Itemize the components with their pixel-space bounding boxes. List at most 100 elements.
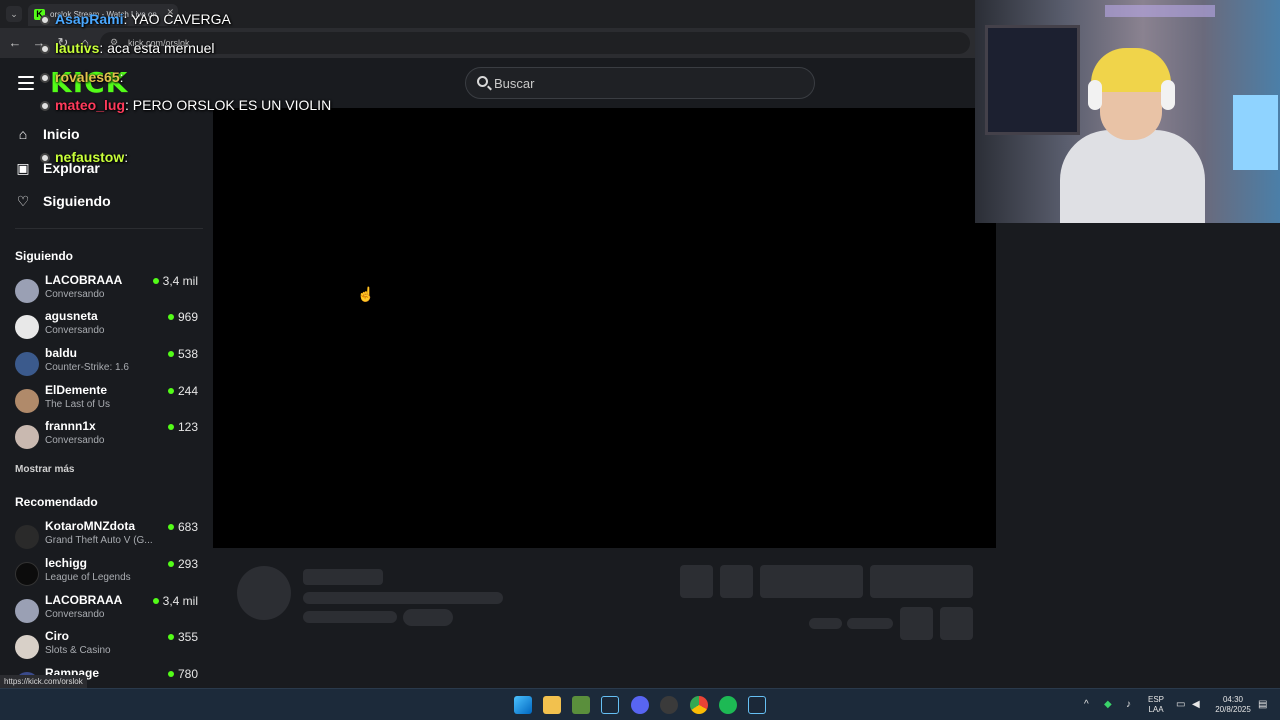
channel-viewers: 969 bbox=[167, 310, 198, 324]
address-bar[interactable]: ⚙ kick.com/orslok bbox=[100, 32, 970, 54]
channel-category: League of Legends bbox=[45, 572, 131, 583]
file-explorer-icon[interactable] bbox=[543, 696, 561, 714]
live-dot-icon bbox=[167, 388, 174, 394]
channel-viewers: 123 bbox=[167, 420, 198, 434]
skeleton-line bbox=[303, 569, 383, 585]
kick-favicon-icon: K bbox=[34, 9, 45, 20]
skeleton-line bbox=[303, 611, 397, 623]
browser-tab[interactable]: K orslok Stream - Watch Live on ✕ bbox=[28, 4, 178, 26]
windows-start-icon[interactable] bbox=[514, 696, 532, 714]
channel-viewers: 293 bbox=[167, 557, 198, 571]
channel-avatar bbox=[15, 352, 39, 376]
skeleton-pill bbox=[847, 618, 893, 629]
nav-item-home[interactable]: ⌂ Inicio bbox=[15, 122, 80, 146]
channel-viewers: 355 bbox=[167, 630, 198, 644]
following-channel[interactable]: frannn1x Conversando 123 bbox=[15, 419, 205, 453]
keyboard-language[interactable]: ESP LAA bbox=[1146, 695, 1166, 715]
network-icon[interactable]: ▭ bbox=[1176, 699, 1185, 710]
channel-avatar bbox=[15, 599, 39, 623]
notification-bell-icon[interactable]: ▤ bbox=[1258, 699, 1267, 710]
viewer-count: 293 bbox=[177, 557, 198, 571]
following-channel[interactable]: LACOBRAAA Conversando 3,4 mil bbox=[15, 273, 205, 307]
tray-shield-icon[interactable]: ◆ bbox=[1104, 699, 1112, 710]
channel-category: Grand Theft Auto V (G... bbox=[45, 535, 153, 546]
windows-taskbar: ^ ◆ ♪ ESP LAA ▭ ◀ 04:30 20/8/2025 ▤ bbox=[0, 688, 1280, 720]
headphone-icon bbox=[1088, 80, 1102, 110]
sidebar-divider bbox=[15, 228, 203, 229]
headphone-icon bbox=[1161, 80, 1175, 110]
kick-logo[interactable]: KICK bbox=[50, 66, 128, 99]
site-info-icon[interactable]: ⚙ bbox=[110, 37, 118, 48]
skeleton-button bbox=[760, 565, 863, 598]
video-player[interactable] bbox=[213, 108, 996, 548]
forward-arrow-icon[interactable]: → bbox=[30, 34, 48, 52]
tab-close-icon[interactable]: ✕ bbox=[166, 7, 174, 18]
minecraft-icon[interactable] bbox=[572, 696, 590, 714]
app-icon[interactable] bbox=[660, 696, 678, 714]
channel-avatar bbox=[15, 315, 39, 339]
viewer-count: 538 bbox=[177, 347, 198, 361]
microphone-icon[interactable]: ♪ bbox=[1126, 699, 1131, 710]
channel-viewers: 780 bbox=[167, 667, 198, 681]
viewer-count: 683 bbox=[177, 520, 198, 534]
live-dot-icon bbox=[167, 351, 174, 357]
chrome-icon[interactable] bbox=[690, 696, 708, 714]
channel-name: lechigg bbox=[45, 556, 88, 570]
channel-name: frannn1x bbox=[45, 419, 96, 433]
tab-list-chevron-icon[interactable]: ⌄ bbox=[6, 6, 22, 22]
back-arrow-icon[interactable]: ← bbox=[6, 34, 24, 52]
sidebar: ⌂ Inicio ▣ Explorar ♡ Siguiendo Siguiend… bbox=[0, 108, 213, 688]
channel-category: Conversando bbox=[45, 609, 105, 620]
channel-avatar bbox=[15, 279, 39, 303]
channel-avatar bbox=[15, 425, 39, 449]
clock-date: 20/8/2025 bbox=[1215, 705, 1251, 714]
live-dot-icon bbox=[167, 634, 174, 640]
heart-icon: ♡ bbox=[16, 193, 30, 209]
live-dot-icon bbox=[167, 314, 174, 320]
search-box[interactable] bbox=[465, 67, 815, 99]
layout-code: LAA bbox=[1148, 705, 1164, 714]
explore-icon: ▣ bbox=[16, 160, 30, 176]
channel-avatar bbox=[15, 389, 39, 413]
volume-icon[interactable]: ◀ bbox=[1192, 699, 1200, 710]
discord-icon[interactable] bbox=[631, 696, 649, 714]
channel-name: baldu bbox=[45, 346, 77, 360]
menu-hamburger-icon[interactable] bbox=[18, 76, 34, 90]
recommended-channel[interactable]: LACOBRAAA Conversando 3,4 mil bbox=[15, 593, 205, 627]
channel-category: The Last of Us bbox=[45, 399, 111, 410]
steam-icon[interactable] bbox=[748, 696, 766, 714]
nav-item-following[interactable]: ♡ Siguiendo bbox=[15, 189, 111, 213]
viewer-count: 3,4 mil bbox=[162, 594, 198, 608]
search-input[interactable] bbox=[494, 68, 804, 98]
reload-icon[interactable]: ↻ bbox=[54, 34, 72, 52]
channel-viewers: 3,4 mil bbox=[152, 594, 198, 608]
channel-name: agusneta bbox=[45, 309, 98, 323]
steam-icon[interactable] bbox=[601, 696, 619, 714]
following-channel[interactable]: baldu Counter-Strike: 1.6 538 bbox=[15, 346, 205, 380]
home-icon[interactable]: ⌂ bbox=[76, 34, 94, 52]
channel-avatar bbox=[15, 562, 39, 586]
recommended-channel[interactable]: Ciro Slots & Casino 355 bbox=[15, 629, 205, 663]
following-section-title: Siguiendo bbox=[15, 249, 73, 263]
show-more-link[interactable]: Mostrar más bbox=[15, 464, 74, 475]
live-dot-icon bbox=[167, 424, 174, 430]
following-channel[interactable]: agusneta Conversando 969 bbox=[15, 309, 205, 343]
spotify-icon[interactable] bbox=[719, 696, 737, 714]
clock[interactable]: 04:30 20/8/2025 bbox=[1210, 695, 1256, 715]
channel-name: LACOBRAAA bbox=[45, 593, 123, 607]
live-dot-icon bbox=[152, 598, 159, 604]
skeleton-avatar bbox=[237, 566, 291, 620]
viewer-count: 123 bbox=[177, 420, 198, 434]
live-dot-icon bbox=[167, 524, 174, 530]
tray-chevron-up-icon[interactable]: ^ bbox=[1084, 699, 1089, 710]
nav-item-explore[interactable]: ▣ Explorar bbox=[15, 156, 99, 180]
recommended-channel[interactable]: lechigg League of Legends 293 bbox=[15, 556, 205, 590]
webcam-window-shape bbox=[985, 25, 1080, 135]
following-channel[interactable]: ElDemente The Last of Us 244 bbox=[15, 383, 205, 417]
streamer-body-shape bbox=[1060, 130, 1205, 223]
viewer-count: 3,4 mil bbox=[162, 274, 198, 288]
search-icon bbox=[477, 76, 488, 87]
webcam-overlay bbox=[975, 0, 1280, 223]
channel-avatar bbox=[15, 635, 39, 659]
recommended-channel[interactable]: KotaroMNZdota Grand Theft Auto V (G... 6… bbox=[15, 519, 205, 553]
